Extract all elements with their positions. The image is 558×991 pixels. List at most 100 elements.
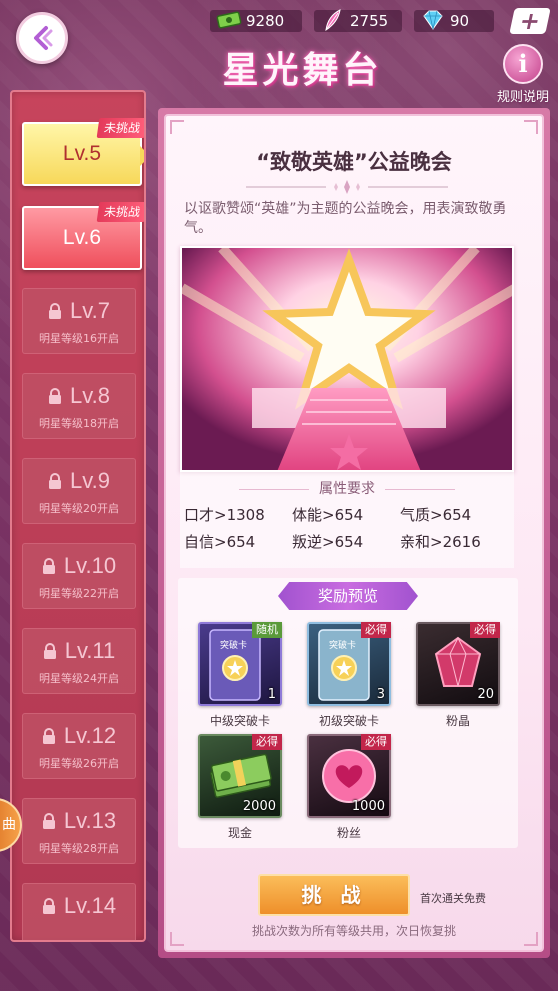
- challenge-note: 挑战次数为所有等级共用，次日恢复挑: [251, 924, 456, 938]
- level-item-7[interactable]: Lv.7 明星等级16开启: [22, 288, 136, 354]
- stage-detail-panel: “致敬英雄”公益晚会 以讴歌赞颂“英雄”为主题的公益晚会，用表演致敬勇气。 属性…: [158, 108, 550, 958]
- feather-counter: 2755: [314, 9, 402, 32]
- stage-illustration: [180, 246, 514, 472]
- level-item-5[interactable]: Lv.5 未挑战: [22, 118, 144, 186]
- reward-name: 粉晶: [445, 714, 470, 728]
- level-label: Lv.5: [62, 142, 102, 165]
- attributes-grid: 口才>1308 体能>654 气质>654 自信>654 叛逆>654 亲和>2…: [184, 504, 510, 552]
- selected-pointer: [140, 146, 144, 166]
- attribute-requirements: 属性要求 口才>1308 体能>654 气质>654 自信>654 叛逆>654…: [180, 472, 514, 568]
- side-event-label: 曲: [2, 817, 16, 833]
- level-label: Lv.14: [63, 893, 117, 918]
- attribute-affinity: 亲和>2616: [400, 533, 481, 551]
- lock-icon: [42, 728, 55, 744]
- reward-qty: 3: [376, 687, 385, 702]
- rules-button[interactable]: i 规则说明: [494, 44, 552, 105]
- reward-heading: 奖励预览: [278, 582, 418, 610]
- reward-name: 粉丝: [336, 826, 361, 840]
- level-label: Lv.9: [70, 468, 110, 493]
- attribute-stamina: 体能>654: [292, 506, 364, 524]
- reward-tile: 突破卡 必得 3: [307, 622, 391, 706]
- reward-tile: 必得 20: [416, 622, 500, 706]
- info-icon: i: [503, 44, 543, 84]
- lock-icon: [49, 473, 62, 489]
- level-requirement: 明星等级22开启: [39, 587, 119, 600]
- reward-item[interactable]: 突破卡 必得 3 初级突破卡: [307, 622, 391, 729]
- reward-item[interactable]: 必得 2000 现金: [198, 734, 282, 841]
- diamond-counter: 90: [414, 10, 494, 32]
- level-label: Lv.6: [62, 226, 102, 249]
- cash-value: 9280: [246, 12, 285, 30]
- reward-tag: 必得: [361, 734, 391, 750]
- reward-name: 中级突破卡: [209, 714, 270, 728]
- stage-star-image: [182, 248, 512, 470]
- level-label: Lv.8: [70, 383, 110, 408]
- level-requirement: 明星等级24开启: [39, 672, 119, 685]
- level-requirement: 明星等级20开启: [39, 502, 119, 515]
- level-item-14[interactable]: Lv.14: [22, 883, 136, 940]
- reward-name: 初级突破卡: [318, 714, 379, 728]
- lock-icon: [43, 643, 56, 659]
- diamond-value: 90: [450, 12, 470, 30]
- reward-name: 现金: [227, 826, 252, 840]
- attribute-temperament: 气质>654: [400, 506, 472, 524]
- attributes-heading: 属性要求: [180, 478, 514, 498]
- lock-icon: [42, 813, 55, 829]
- level-requirement: 明星等级18开启: [39, 417, 119, 430]
- reward-tile: 突破卡 随机 1: [198, 622, 282, 706]
- stage-description: 以讴歌赞颂“英雄”为主题的公益晚会，用表演致敬勇气。: [184, 201, 507, 236]
- lock-icon: [42, 898, 55, 914]
- reward-tag: 必得: [470, 622, 500, 638]
- attribute-eloquence: 口才>1308: [184, 506, 265, 524]
- reward-item[interactable]: 必得 20 粉晶: [416, 622, 500, 729]
- reward-item[interactable]: 必得 1000 粉丝: [307, 734, 391, 841]
- stage-title: “致敬英雄”公益晚会: [256, 150, 452, 174]
- card-text: 突破卡: [329, 641, 357, 651]
- reward-qty: 1000: [351, 799, 385, 814]
- free-note: 首次通关免费: [420, 892, 486, 905]
- sparkle-divider-icon: [246, 180, 448, 194]
- cash-icon: [216, 11, 242, 29]
- reward-tag: 必得: [361, 622, 391, 638]
- back-button[interactable]: [16, 12, 68, 64]
- reward-tag: 必得: [252, 734, 282, 750]
- page-title: 星光舞台: [222, 49, 383, 91]
- level-label: Lv.12: [63, 723, 117, 748]
- reward-preview: 奖励预览 突破卡 随机 1 中级突破卡 突破卡 必得 3 初级突破卡 必得 20…: [178, 578, 518, 848]
- feather-icon: [325, 9, 341, 32]
- reward-item[interactable]: 突破卡 随机 1 中级突破卡: [198, 622, 282, 729]
- level-label: Lv.11: [64, 638, 116, 663]
- corner-ornament: [170, 120, 184, 134]
- level-item-11[interactable]: Lv.11 明星等级24开启: [22, 628, 136, 694]
- level-label: Lv.7: [70, 298, 110, 323]
- level-item-6[interactable]: Lv.6 未挑战: [22, 202, 144, 270]
- add-currency-button[interactable]: +: [509, 7, 551, 35]
- diamond-icon: [423, 10, 443, 30]
- reward-qty: 1: [267, 687, 276, 702]
- cash-counter: 9280: [210, 10, 302, 32]
- status-ribbon: 未挑战: [96, 118, 144, 138]
- level-requirement: 明星等级28开启: [39, 842, 119, 855]
- level-item-10[interactable]: Lv.10 明星等级22开启: [22, 543, 136, 609]
- lock-icon: [42, 558, 55, 574]
- level-item-8[interactable]: Lv.8 明星等级18开启: [22, 373, 136, 439]
- reward-tag: 随机: [252, 622, 282, 638]
- level-item-12[interactable]: Lv.12 明星等级26开启: [22, 713, 136, 779]
- reward-tile: 必得 1000: [307, 734, 391, 818]
- reward-qty: 20: [477, 687, 494, 702]
- currency-bar: 9280 2755 90 +: [200, 7, 551, 35]
- level-label: Lv.13: [63, 808, 117, 833]
- back-arrow-icon: [34, 26, 53, 50]
- level-item-9[interactable]: Lv.9 明星等级20开启: [22, 458, 136, 524]
- challenge-button[interactable]: 挑 战: [258, 874, 410, 916]
- status-ribbon: 未挑战: [96, 202, 144, 222]
- reward-qty: 2000: [242, 799, 276, 814]
- level-label: Lv.10: [63, 553, 117, 578]
- lock-icon: [49, 303, 62, 319]
- rules-label: 规则说明: [496, 90, 549, 105]
- level-requirement: 明星等级26开启: [39, 757, 119, 770]
- level-item-13[interactable]: Lv.13 明星等级28开启: [22, 798, 136, 864]
- feather-value: 2755: [350, 12, 389, 30]
- reward-tile: 必得 2000: [198, 734, 282, 818]
- plus-icon: +: [516, 7, 544, 35]
